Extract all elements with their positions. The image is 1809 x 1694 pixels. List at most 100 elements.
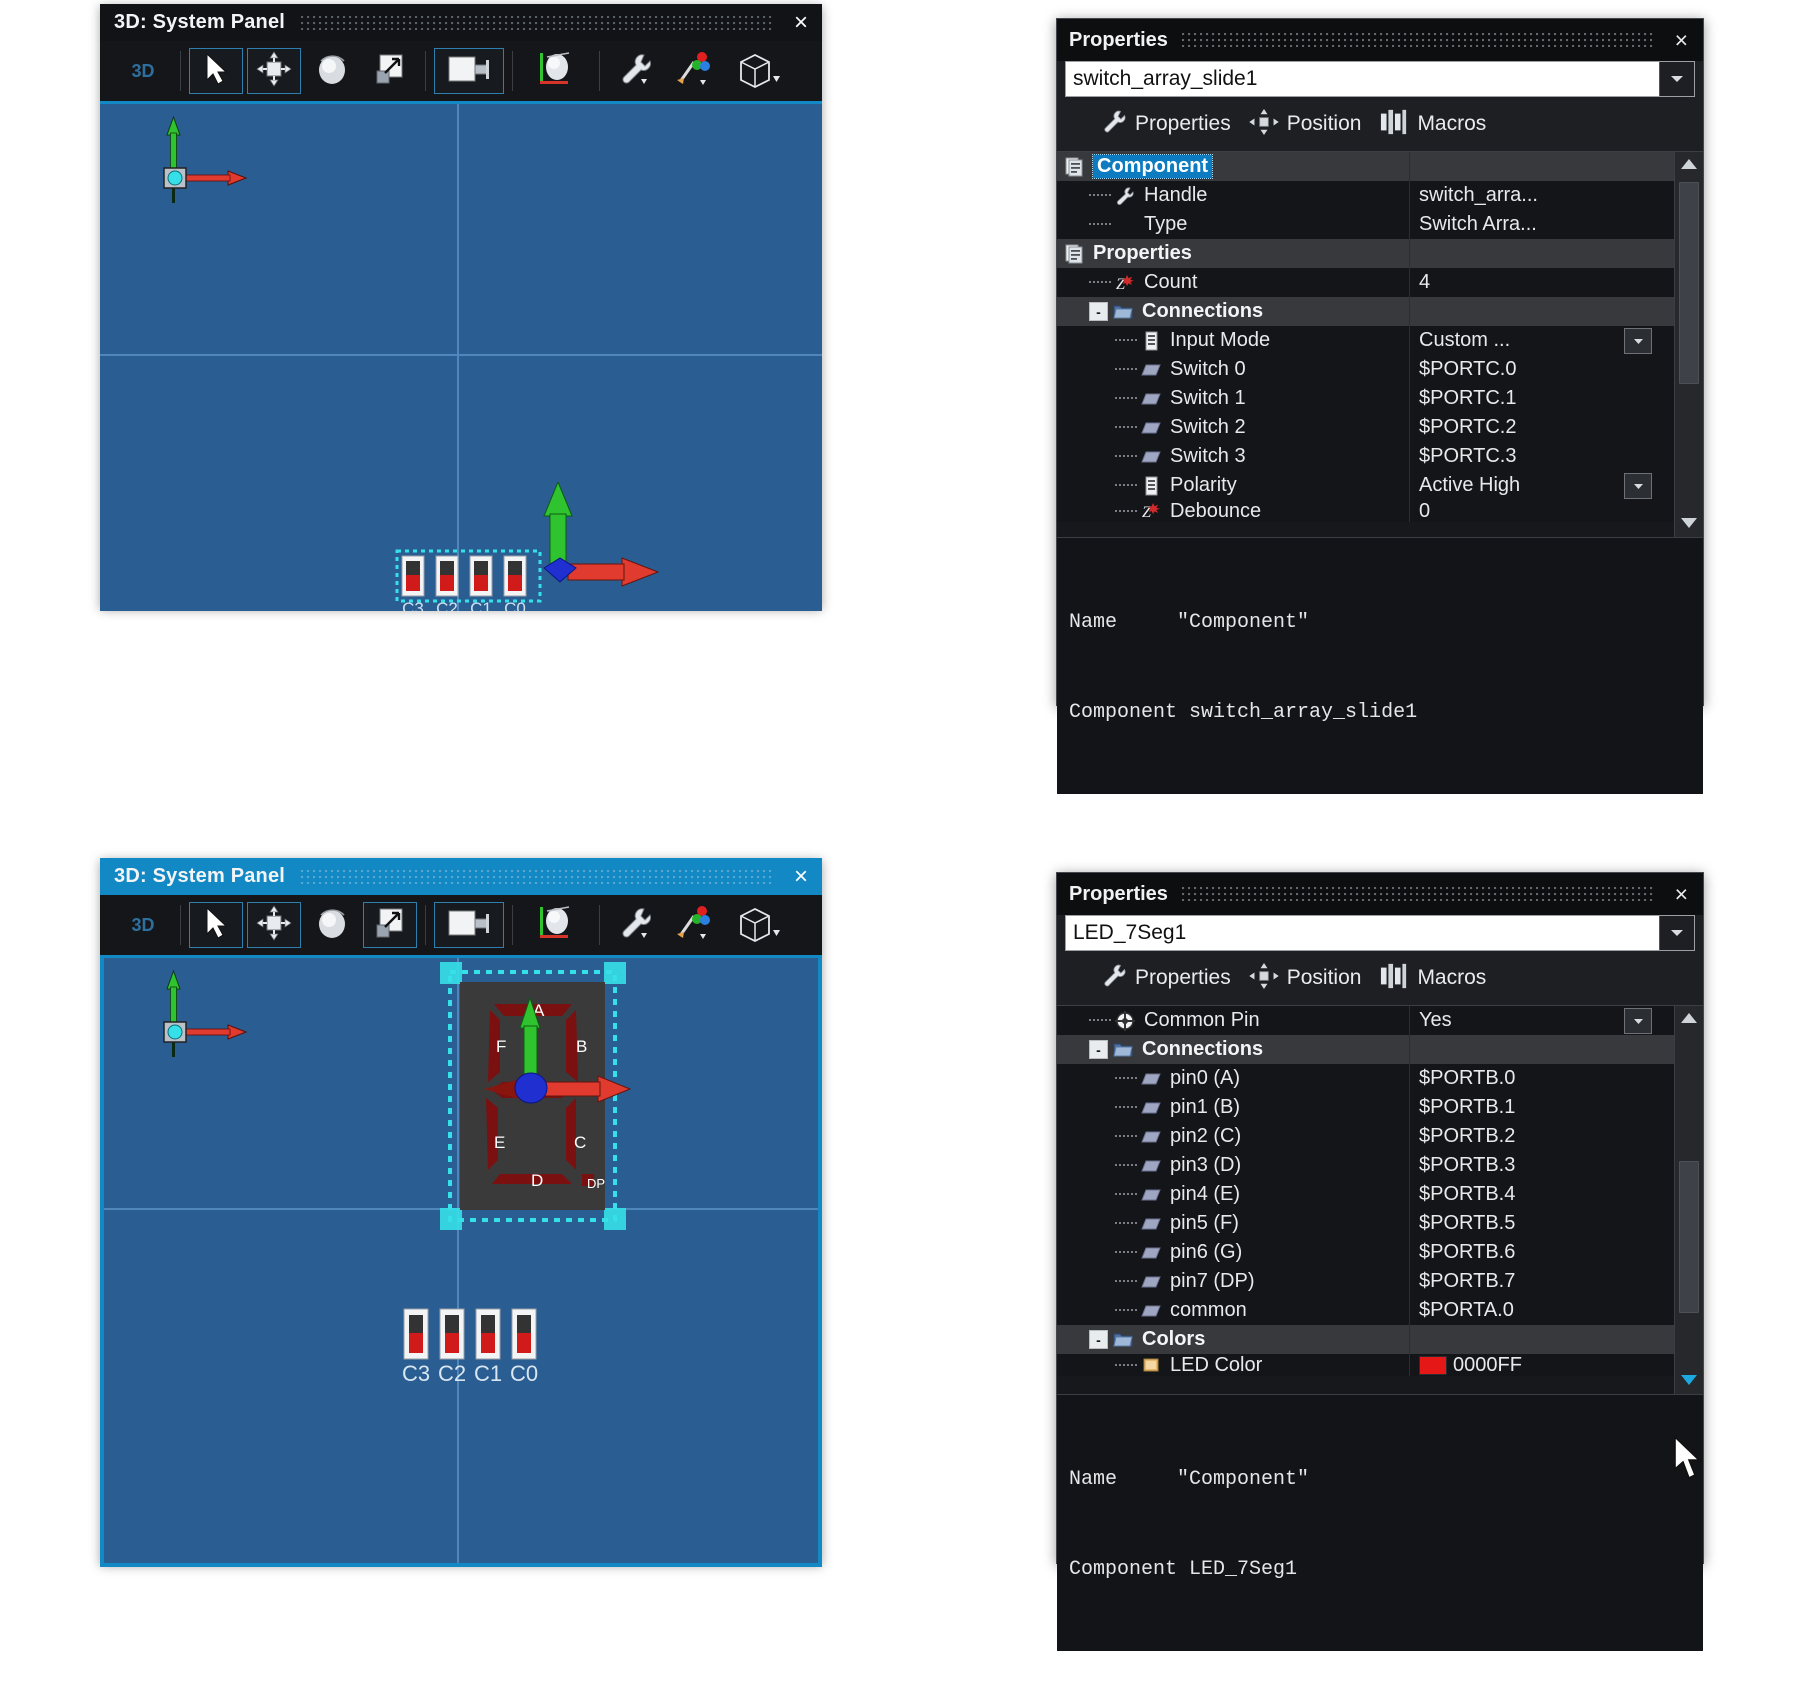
property-value-cell[interactable]: $PORTB.0: [1409, 1064, 1655, 1093]
scrollbar-thumb[interactable]: [1679, 182, 1699, 384]
color-swatch[interactable]: [1419, 1355, 1447, 1375]
scale-resize-button[interactable]: [363, 902, 417, 948]
property-row[interactable]: pin1 (B) $PORTB.1: [1057, 1093, 1674, 1122]
property-row[interactable]: LED Color 0000FF: [1057, 1354, 1674, 1376]
led-7seg-object[interactable]: A F B E C D DP: [434, 958, 634, 1251]
property-row[interactable]: Z Count 4: [1057, 268, 1674, 297]
tab-properties[interactable]: Properties: [1097, 107, 1245, 142]
property-row[interactable]: Input Mode Custom ...: [1057, 326, 1674, 355]
property-value-cell[interactable]: Yes: [1409, 1006, 1655, 1035]
tree-expander-icon[interactable]: -: [1089, 302, 1108, 321]
property-value-cell[interactable]: $PORTC.0: [1409, 355, 1655, 384]
tools-wrench-button[interactable]: [608, 48, 662, 94]
property-value-cell[interactable]: 0000FF: [1409, 1354, 1655, 1376]
property-value-cell[interactable]: $PORTA.0: [1409, 1296, 1655, 1325]
bounding-box-button[interactable]: [724, 48, 794, 94]
render-colors-button[interactable]: [666, 48, 720, 94]
chevron-down-icon[interactable]: [1659, 916, 1694, 950]
property-rows-top[interactable]: Component Handle switch_arra... Type Switch …: [1057, 152, 1674, 537]
viewport-bottom-canvas[interactable]: A F B E C D DP C3 C2 C1 C0: [100, 958, 822, 1567]
switch-array-object-bottom[interactable]: C3 C2 C1 C0: [394, 1301, 564, 1406]
property-row[interactable]: pin2 (C) $PORTB.2: [1057, 1122, 1674, 1151]
property-row[interactable]: pin7 (DP) $PORTB.7: [1057, 1267, 1674, 1296]
properties-bottom-titlebar[interactable]: Properties ×: [1057, 873, 1703, 915]
tab-properties[interactable]: Properties: [1097, 961, 1245, 996]
property-rows-bottom[interactable]: Common Pin Yes - Connections pin0 (A) $PORTB.…: [1057, 1006, 1674, 1394]
rotate-sphere-button[interactable]: [305, 48, 359, 94]
properties-bottom-scrollbar[interactable]: [1674, 1006, 1703, 1394]
tab-macros[interactable]: Macros: [1375, 960, 1500, 997]
property-value-cell[interactable]: $PORTB.6: [1409, 1238, 1655, 1267]
component-name-input[interactable]: [1066, 62, 1659, 96]
property-row[interactable]: - Colors: [1057, 1325, 1674, 1354]
close-icon[interactable]: ×: [790, 10, 812, 34]
tree-expander-icon[interactable]: -: [1089, 1040, 1108, 1059]
chevron-down-icon[interactable]: [1624, 327, 1652, 354]
move-translate-button[interactable]: [247, 902, 301, 948]
property-value-cell[interactable]: 0: [1409, 500, 1655, 522]
close-icon[interactable]: ×: [1670, 29, 1693, 52]
render-colors-button[interactable]: [666, 902, 720, 948]
zoom-window-button[interactable]: [434, 902, 504, 948]
property-row[interactable]: Component: [1057, 152, 1674, 181]
property-value-cell[interactable]: [1409, 297, 1655, 326]
property-row[interactable]: Switch 0 $PORTC.0: [1057, 355, 1674, 384]
property-row[interactable]: Handle switch_arra...: [1057, 181, 1674, 210]
property-value-cell[interactable]: $PORTC.1: [1409, 384, 1655, 413]
property-row[interactable]: Switch 1 $PORTC.1: [1057, 384, 1674, 413]
property-value-cell[interactable]: $PORTC.2: [1409, 413, 1655, 442]
property-value-cell[interactable]: switch_arra...: [1409, 181, 1655, 210]
property-value-cell[interactable]: Switch Arra...: [1409, 210, 1655, 239]
property-value-cell[interactable]: $PORTB.7: [1409, 1267, 1655, 1296]
tab-position[interactable]: Position: [1245, 961, 1376, 996]
property-row[interactable]: pin6 (G) $PORTB.6: [1057, 1238, 1674, 1267]
move-translate-button[interactable]: [247, 48, 301, 94]
scroll-up-arrow-icon[interactable]: [1675, 1006, 1703, 1030]
property-value-cell[interactable]: [1409, 239, 1655, 268]
rotate-sphere-button[interactable]: [305, 902, 359, 948]
component-name-input[interactable]: [1066, 916, 1659, 950]
property-value-cell[interactable]: $PORTC.3: [1409, 442, 1655, 471]
property-row[interactable]: - Connections: [1057, 1035, 1674, 1064]
viewport-top-canvas[interactable]: C3 C2 C1 C0: [100, 104, 822, 611]
property-row[interactable]: Switch 3 $PORTC.3: [1057, 442, 1674, 471]
property-value-cell[interactable]: [1409, 1035, 1655, 1064]
close-icon[interactable]: ×: [1670, 883, 1693, 906]
property-value-cell[interactable]: Active High: [1409, 471, 1655, 500]
select-arrow-button[interactable]: [189, 902, 243, 948]
property-value-cell[interactable]: $PORTB.1: [1409, 1093, 1655, 1122]
close-icon[interactable]: ×: [790, 864, 812, 888]
chevron-down-icon[interactable]: [1659, 62, 1694, 96]
properties-top-titlebar[interactable]: Properties ×: [1057, 19, 1703, 61]
property-value-cell[interactable]: Custom ...: [1409, 326, 1655, 355]
property-row[interactable]: pin4 (E) $PORTB.4: [1057, 1180, 1674, 1209]
viewport-bottom-titlebar[interactable]: 3D: System Panel ×: [100, 858, 822, 895]
property-row[interactable]: Z Debounce 0: [1057, 500, 1674, 522]
property-value-cell[interactable]: $PORTB.3: [1409, 1151, 1655, 1180]
tools-wrench-button[interactable]: [608, 902, 662, 948]
property-value-cell[interactable]: [1409, 1325, 1655, 1354]
orbit-view-button[interactable]: [521, 902, 591, 948]
scroll-down-arrow-icon[interactable]: [1675, 511, 1703, 535]
property-value-cell[interactable]: [1409, 152, 1655, 181]
select-arrow-button[interactable]: [189, 48, 243, 94]
transform-gizmo-top[interactable]: [482, 480, 672, 611]
tab-macros[interactable]: Macros: [1375, 106, 1500, 143]
tab-position[interactable]: Position: [1245, 107, 1376, 142]
zoom-window-button[interactable]: [434, 48, 504, 94]
component-selector-combo[interactable]: [1065, 915, 1695, 951]
orbit-view-button[interactable]: [521, 48, 591, 94]
property-row[interactable]: Properties: [1057, 239, 1674, 268]
property-row[interactable]: common $PORTA.0: [1057, 1296, 1674, 1325]
scrollbar-thumb[interactable]: [1679, 1161, 1699, 1313]
property-row[interactable]: pin0 (A) $PORTB.0: [1057, 1064, 1674, 1093]
property-value-cell[interactable]: $PORTB.5: [1409, 1209, 1655, 1238]
property-row[interactable]: Type Switch Arra...: [1057, 210, 1674, 239]
scroll-up-arrow-icon[interactable]: [1675, 152, 1703, 176]
property-row[interactable]: pin5 (F) $PORTB.5: [1057, 1209, 1674, 1238]
property-value-cell[interactable]: $PORTB.2: [1409, 1122, 1655, 1151]
bounding-box-button[interactable]: [724, 902, 794, 948]
property-row[interactable]: Polarity Active High: [1057, 471, 1674, 500]
chevron-down-icon[interactable]: [1624, 1007, 1652, 1034]
scale-resize-button[interactable]: [363, 48, 417, 94]
